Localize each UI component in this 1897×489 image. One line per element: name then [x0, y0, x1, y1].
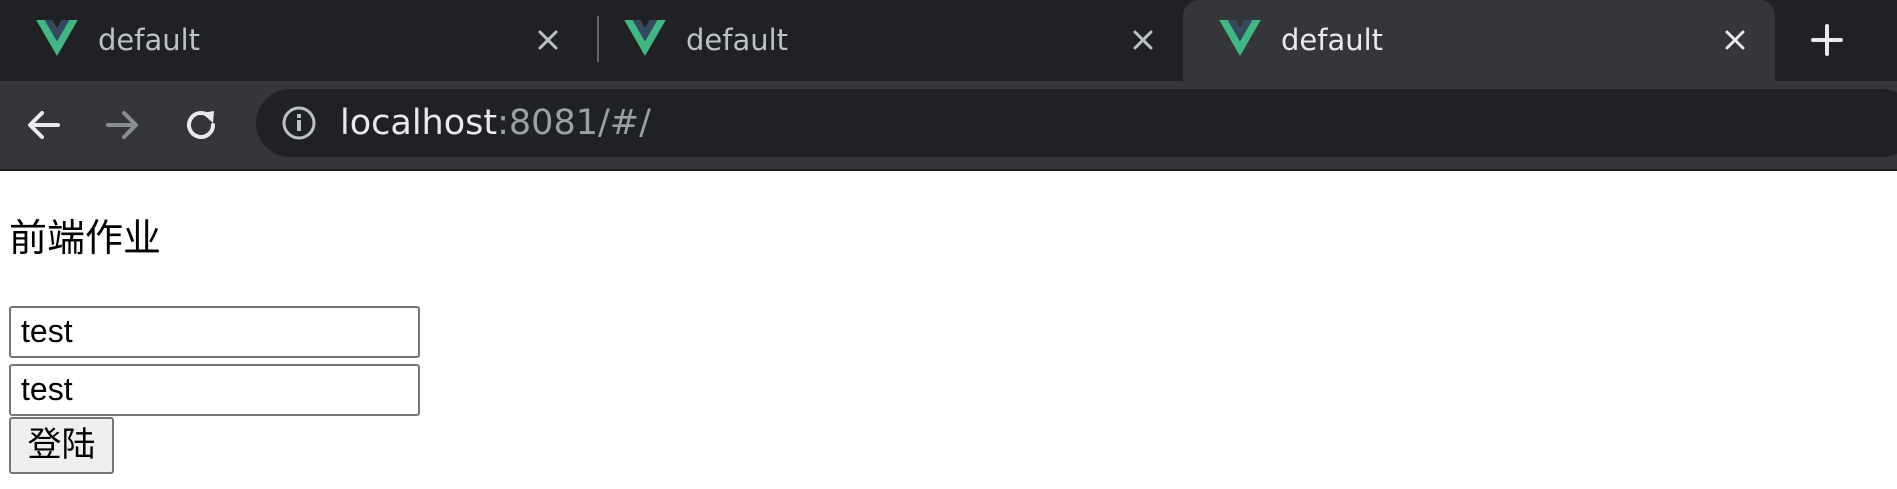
url-host: localhost: [340, 103, 498, 143]
info-icon[interactable]: [280, 104, 318, 142]
close-icon[interactable]: [1123, 20, 1163, 60]
back-arrow-icon[interactable]: [22, 103, 66, 147]
vue-logo-icon: [1219, 20, 1261, 56]
browser-window: default default default localhost:8081/#…: [0, 0, 1897, 489]
tab-1[interactable]: default: [0, 0, 588, 81]
reload-icon[interactable]: [179, 103, 223, 147]
close-icon[interactable]: [528, 20, 568, 60]
tab-title: default: [98, 23, 201, 57]
vue-logo-icon: [36, 20, 78, 56]
login-button[interactable]: 登陆: [9, 417, 114, 474]
username-field[interactable]: test: [9, 306, 420, 358]
tab-2[interactable]: default: [588, 0, 1183, 81]
browser-toolbar: localhost:8081/#/: [0, 81, 1897, 170]
page-content: 前端作业 test test 登陆: [0, 171, 1897, 489]
page-title: 前端作业: [9, 216, 162, 260]
close-icon[interactable]: [1715, 20, 1755, 60]
url-path: :8081/#/: [497, 103, 651, 143]
address-bar[interactable]: localhost:8081/#/: [256, 89, 1897, 157]
url-text: localhost:8081/#/: [340, 100, 651, 146]
forward-arrow-icon[interactable]: [100, 103, 144, 147]
tab-strip: default default default: [0, 0, 1897, 81]
password-field[interactable]: test: [9, 364, 420, 416]
plus-icon[interactable]: [1805, 18, 1849, 62]
tab-title: default: [686, 23, 789, 57]
tab-title: default: [1281, 23, 1384, 57]
tab-3-active[interactable]: default: [1183, 0, 1775, 81]
vue-logo-icon: [624, 20, 666, 56]
